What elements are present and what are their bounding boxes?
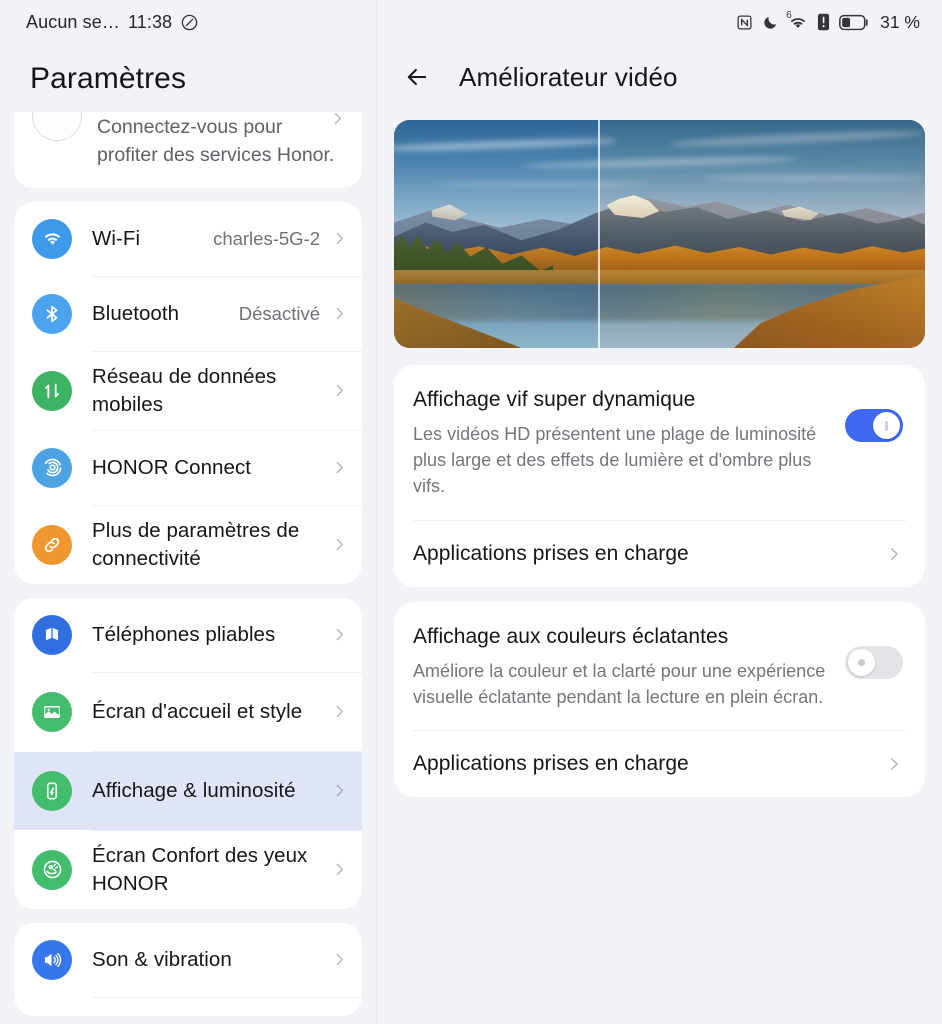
detail-header: Améliorateur vidéo <box>377 44 942 110</box>
chevron-right-icon <box>331 536 348 553</box>
sidebar-item-foldable-phones[interactable]: Téléphones pliables <box>14 598 362 672</box>
sidebar-item-label: Plus de paramètres de connectivité <box>92 519 300 570</box>
setting-toggle-row[interactable]: Affichage vif super dynamique Les vidéos… <box>394 365 925 520</box>
sidebar-item-label: Affichage & luminosité <box>92 779 296 802</box>
honor-connect-icon <box>32 447 72 488</box>
supported-apps-link[interactable]: Applications prises en charge <box>394 521 925 587</box>
chevron-right-icon <box>331 782 348 799</box>
account-avatar <box>32 112 82 142</box>
sidebar-item-label: Réseau de données mobiles <box>92 365 277 416</box>
video-enhancer-preview <box>394 120 925 348</box>
sidebar-group-connectivity: Wi-Fi charles-5G-2 Bluetooth Désactivé R… <box>14 201 362 584</box>
setting-card-super-dynamic-vivid-display: Affichage vif super dynamique Les vidéos… <box>394 365 925 587</box>
detail-scroll-area[interactable]: Affichage vif super dynamique Les vidéos… <box>377 110 942 798</box>
setting-title: Affichage aux couleurs éclatantes <box>413 624 729 648</box>
setting-title: Affichage vif super dynamique <box>413 388 696 411</box>
sidebar-item-mobile-data[interactable]: Réseau de données mobiles <box>14 352 362 430</box>
account-card[interactable]: Connectez-vous pour profiter des service… <box>14 112 362 188</box>
sidebar-item-wifi[interactable]: Wi-Fi charles-5G-2 <box>14 202 362 276</box>
sidebar-item-honor-connect[interactable]: HONOR Connect <box>14 431 362 505</box>
supported-apps-label: Applications prises en charge <box>413 752 689 776</box>
vivid-colour-display-toggle[interactable] <box>845 645 903 679</box>
sidebar-item-label: Téléphones pliables <box>92 623 276 646</box>
sidebar-item-label: HONOR Connect <box>92 456 252 479</box>
sidebar-item-sound-vibration[interactable]: Son & vibration <box>14 923 362 997</box>
sidebar-item-label: Écran d'accueil et style <box>92 700 303 723</box>
sidebar-item-bluetooth[interactable]: Bluetooth Désactivé <box>14 277 362 351</box>
chevron-right-icon <box>885 545 903 563</box>
chevron-right-icon <box>331 861 348 878</box>
back-arrow-icon[interactable] <box>395 55 439 99</box>
sidebar-item-home-screen-style[interactable]: Écran d'accueil et style <box>14 673 362 751</box>
preview-enhanced-half <box>598 120 925 348</box>
supported-apps-label: Applications prises en charge <box>413 541 689 565</box>
account-row[interactable]: Connectez-vous pour profiter des service… <box>14 112 362 188</box>
supported-apps-link[interactable]: Applications prises en charge <box>394 731 925 797</box>
sidebar-item-label: Écran Confort des yeux HONOR <box>92 844 308 895</box>
settings-screen: Aucun se… 11:38 6 31 % Paramètres Connec… <box>0 0 942 1024</box>
display-brightness-icon <box>32 770 72 811</box>
chevron-right-icon <box>329 112 346 132</box>
wifi-icon <box>32 218 72 259</box>
setting-card-vivid-colour-display: Affichage aux couleurs éclatantes Amélio… <box>394 601 925 798</box>
detail-pane: Améliorateur vidéo Affichage vif super d… <box>377 0 942 1024</box>
eye-comfort-icon <box>32 849 72 890</box>
foldable-phone-icon <box>32 614 72 655</box>
detail-title: Améliorateur vidéo <box>459 61 678 92</box>
link-icon <box>32 524 72 565</box>
setting-description: Améliore la couleur et la clarté pour un… <box>413 660 826 707</box>
sidebar-item-eye-comfort[interactable]: Écran Confort des yeux HONOR <box>14 831 362 909</box>
chevron-right-icon <box>331 951 348 968</box>
page-title: Paramètres <box>30 62 187 95</box>
sidebar-item-display-brightness[interactable]: Affichage & luminosité <box>14 751 362 830</box>
settings-sidebar: Paramètres Connectez-vous pour profiter … <box>0 0 377 1024</box>
sidebar-group-display: Téléphones pliables Écran d'accueil et s… <box>14 597 362 909</box>
sidebar-item-value: Désactivé <box>238 302 320 324</box>
preview-compare-divider <box>598 120 601 348</box>
sidebar-scroll-area[interactable]: Connectez-vous pour profiter des service… <box>0 112 376 1024</box>
chevron-right-icon <box>331 382 348 399</box>
sidebar-item-more-connectivity[interactable]: Plus de paramètres de connectivité <box>14 506 362 584</box>
home-screen-icon <box>32 691 72 732</box>
super-dynamic-vivid-display-toggle[interactable] <box>845 409 903 442</box>
chevron-right-icon <box>331 626 348 643</box>
chevron-right-icon <box>331 459 348 476</box>
sidebar-item-label: Son & vibration <box>92 948 232 971</box>
account-prompt-text: Connectez-vous pour profiter des service… <box>97 116 335 167</box>
chevron-right-icon <box>331 305 348 322</box>
setting-toggle-row[interactable]: Affichage aux couleurs éclatantes Amélio… <box>394 602 925 730</box>
sidebar-item-label: Wi-Fi <box>92 227 141 250</box>
sidebar-item-label: Bluetooth <box>92 302 180 325</box>
bluetooth-icon <box>32 293 72 334</box>
sound-vibration-icon <box>32 939 72 980</box>
chevron-right-icon <box>885 755 903 773</box>
mobile-data-icon <box>32 370 72 411</box>
sidebar-item-value: charles-5G-2 <box>213 227 320 249</box>
setting-description: Les vidéos HD présentent une plage de lu… <box>413 423 817 497</box>
sidebar-group-sound: Son & vibration <box>14 922 362 1016</box>
chevron-right-icon <box>331 230 348 247</box>
chevron-right-icon <box>331 703 348 720</box>
